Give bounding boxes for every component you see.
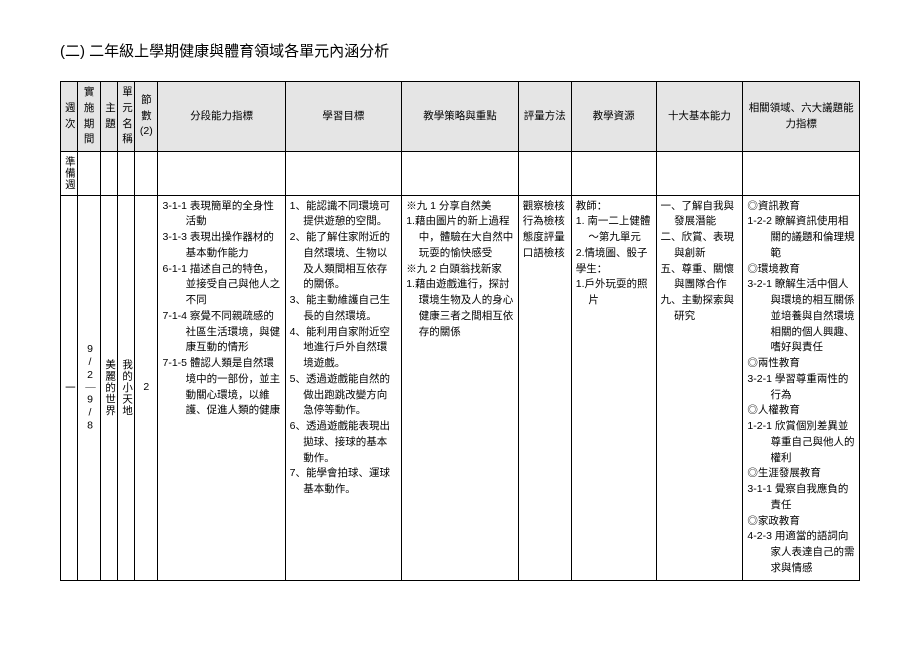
- resource-cell: 教師： 1. 南一二上健體～第九單元 2.情境圖、骰子 學生： 1.戶外玩耍的照…: [571, 195, 656, 580]
- resource-item: 2.情境圖、骰子: [576, 246, 652, 262]
- indicator-item: 3-1-3 表現出操作器材的基本動作能力: [162, 230, 280, 262]
- related-cat: ◎生涯發展教育: [747, 466, 855, 482]
- unit-cell: 我的小天地: [118, 195, 135, 580]
- ability-item: 九、主動探索與研究: [661, 293, 739, 325]
- h-strategy: 教學策略與重點: [402, 82, 519, 152]
- indicator-item: 6-1-1 描述自己的特色，並接受自己與他人之不同: [162, 262, 280, 309]
- related-cell: ◎資訊教育 1-2-2 瞭解資訊使用相關的議題和倫理規範 ◎環境教育 3-2-1…: [743, 195, 860, 580]
- resource-teacher-label: 教師：: [576, 199, 652, 215]
- resource-item: 1.戶外玩耍的照片: [576, 277, 652, 309]
- h-hours: 節數(2): [135, 82, 158, 152]
- strategy-item: 1.藉由遊戲進行，探討環境生物及人的身心健康三者之間相互依存的關係: [406, 277, 514, 340]
- page-title: (二) 二年級上學期健康與體育領域各單元內涵分析: [60, 40, 860, 61]
- related-code: 4-2-3 用適當的語詞向家人表達自己的需求與情感: [747, 529, 855, 576]
- resource-item: 1. 南一二上健體～第九單元: [576, 214, 652, 246]
- h-indicator: 分段能力指標: [158, 82, 285, 152]
- indicator-item: 7-1-5 體認人類是自然環境中的一部份，並主動關心環境，以維護、促進人類的健康: [162, 356, 280, 419]
- related-code: 3-2-1 學習尊重兩性的行為: [747, 372, 855, 404]
- h-resource: 教學資源: [571, 82, 656, 152]
- related-cat: ◎兩性教育: [747, 356, 855, 372]
- hours-cell: 2: [135, 195, 158, 580]
- table-row: 一 9/2｜9/8 美麗的世界 我的小天地 2 3-1-1 表現簡單的全身性活動…: [61, 195, 860, 580]
- indicator-item: 7-1-4 察覺不同親疏感的社區生活環境，與健康互動的情形: [162, 309, 280, 356]
- header-row: 週次 實施期間 主題 單元名稱 節數(2) 分段能力指標 學習目標 教學策略與重…: [61, 82, 860, 152]
- theme-cell: 美麗的世界: [101, 195, 118, 580]
- assess-cell: 觀察檢核 行為檢核 態度評量 口語檢核: [518, 195, 571, 580]
- related-code: 3-1-1 覺察自我應負的責任: [747, 482, 855, 514]
- related-cat: ◎環境教育: [747, 262, 855, 278]
- objective-item: 3、能主動維護自己生長的自然環境。: [290, 293, 398, 325]
- h-week: 週次: [61, 82, 78, 152]
- related-code: 3-2-1 瞭解生活中個人與環境的相互關係並培養與自然環境相關的個人興趣、嗜好與…: [747, 277, 855, 356]
- related-code: 1-2-1 欣賞個別差異並尊重自己與他人的權利: [747, 419, 855, 466]
- related-cat: ◎家政教育: [747, 514, 855, 530]
- strategy-item: 1.藉由圖片的新上過程中，體驗在大自然中玩耍的愉快感受: [406, 214, 514, 261]
- related-cat: ◎資訊教育: [747, 199, 855, 215]
- objective-item: 5、透過遊戲能自然的做出跑跳改變方向急停等動作。: [290, 372, 398, 419]
- ability-item: 二、欣賞、表現與創新: [661, 230, 739, 262]
- related-code: 1-2-2 瞭解資訊使用相關的議題和倫理規範: [747, 214, 855, 261]
- objective-item: 2、能了解住家附近的自然環境、生物以及人類間相互依存的關係。: [290, 230, 398, 293]
- curriculum-table: 週次 實施期間 主題 單元名稱 節數(2) 分段能力指標 學習目標 教學策略與重…: [60, 81, 860, 581]
- prep-row: 準備週: [61, 152, 860, 196]
- objective-item: 6、透過遊戲能表現出拋球、接球的基本動作。: [290, 419, 398, 466]
- h-related: 相關領域、六大議題能力指標: [743, 82, 860, 152]
- related-cat: ◎人權教育: [747, 403, 855, 419]
- indicator-item: 3-1-1 表現簡單的全身性活動: [162, 199, 280, 231]
- objective-item: 1、能認識不同環境可提供遊憩的空間。: [290, 199, 398, 231]
- ability-cell: 一、了解自我與發展潛能 二、欣賞、表現與創新 五、尊重、關懷與團隊合作 九、主動…: [656, 195, 743, 580]
- date-cell: 9/2｜9/8: [77, 195, 100, 580]
- strategy-title: ※九 1 分享自然美: [406, 199, 514, 215]
- objective-item: 4、能利用自家附近空地進行戶外自然環境遊戲。: [290, 325, 398, 372]
- resource-student-label: 學生：: [576, 262, 652, 278]
- strategy-title: ※九 2 白頭翁找新家: [406, 262, 514, 278]
- h-ability: 十大基本能力: [656, 82, 743, 152]
- assess-item: 行為檢核: [523, 214, 567, 230]
- h-objective: 學習目標: [285, 82, 402, 152]
- ability-item: 五、尊重、關懷與團隊合作: [661, 262, 739, 294]
- assess-item: 觀察檢核: [523, 199, 567, 215]
- week-cell: 一: [61, 195, 78, 580]
- h-theme: 主題: [101, 82, 118, 152]
- h-assess: 評量方法: [518, 82, 571, 152]
- assess-item: 態度評量: [523, 230, 567, 246]
- h-unit: 單元名稱: [118, 82, 135, 152]
- prep-label: 準備週: [61, 152, 78, 196]
- objective-cell: 1、能認識不同環境可提供遊憩的空間。 2、能了解住家附近的自然環境、生物以及人類…: [285, 195, 402, 580]
- indicator-cell: 3-1-1 表現簡單的全身性活動 3-1-3 表現出操作器材的基本動作能力 6-…: [158, 195, 285, 580]
- assess-item: 口語檢核: [523, 246, 567, 262]
- h-date: 實施期間: [77, 82, 100, 152]
- objective-item: 7、能學會拍球、運球基本動作。: [290, 466, 398, 498]
- strategy-cell: ※九 1 分享自然美 1.藉由圖片的新上過程中，體驗在大自然中玩耍的愉快感受 ※…: [402, 195, 519, 580]
- ability-item: 一、了解自我與發展潛能: [661, 199, 739, 231]
